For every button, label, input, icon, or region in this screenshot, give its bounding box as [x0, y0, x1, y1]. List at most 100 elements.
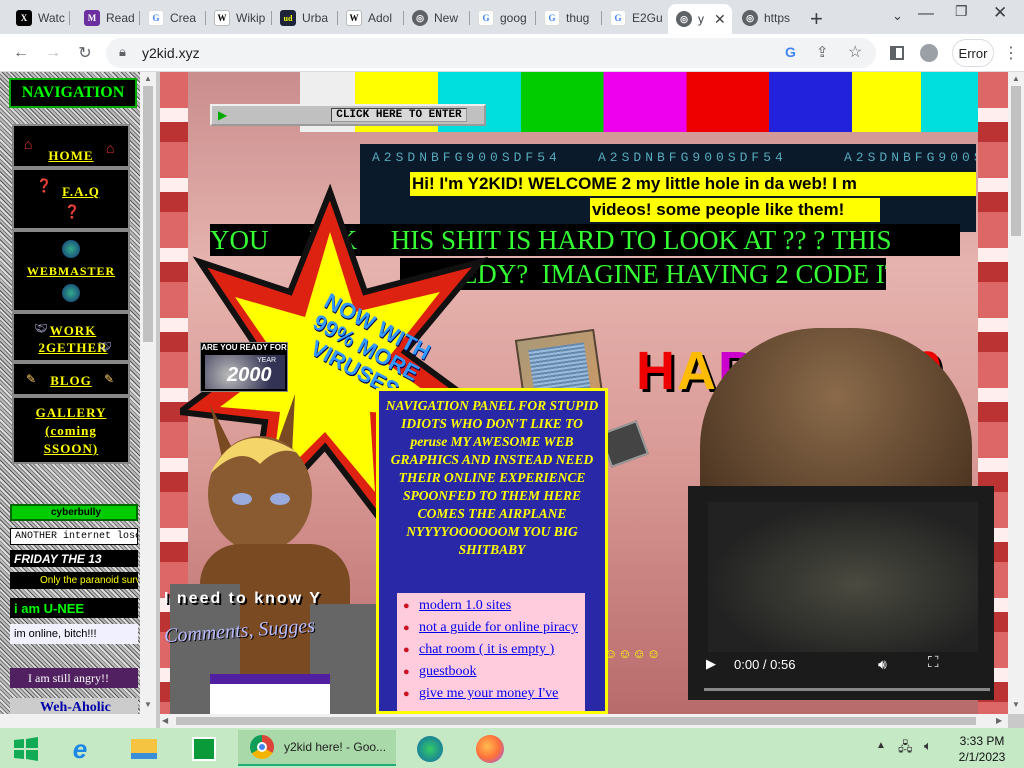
banner-another-internet-loser[interactable]: ANOTHER internet lose	[10, 528, 138, 545]
address-bar[interactable]: 🔒︎ y2kid.xyz G ⇪ ☆	[106, 38, 876, 68]
bullet-icon: ●	[403, 666, 410, 678]
welcome-text-line2: videos! some people like them!	[590, 198, 880, 222]
reload-icon[interactable]: ↻	[72, 40, 98, 66]
taskbar-chrome-button[interactable]: y2kid here! - Goo...	[238, 730, 396, 766]
nav-item-webmaster[interactable]: WEBMASTER	[12, 230, 130, 312]
url-text[interactable]: y2kid.xyz	[142, 45, 200, 61]
left-nav-frame: NAVIGATION ⌂ HOME ⌂ ❓ F.A.Q ❓ WEBMASTER …	[0, 72, 156, 714]
bullet-icon: ●	[403, 622, 410, 634]
banner-still-angry[interactable]: I am still angry!!	[10, 668, 138, 688]
restore-icon[interactable]: ❐	[955, 3, 968, 20]
character-illustration	[170, 394, 380, 714]
close-window-icon[interactable]: ✕	[993, 3, 1007, 23]
code-marquee: A2SDNBFG900SDF54	[372, 150, 561, 165]
page-viewport: NAVIGATION ⌂ HOME ⌂ ❓ F.A.Q ❓ WEBMASTER …	[0, 72, 1024, 728]
banner-i-am-u-nee[interactable]: i am U-NEE	[10, 598, 138, 618]
video-player[interactable]: ▶ 0:00 / 0:56 🔊︎ ⛶	[688, 486, 994, 700]
forward-icon[interactable]: →	[40, 40, 66, 66]
question-icon: ❓	[64, 204, 81, 219]
urban-dictionary-icon: ud	[280, 10, 296, 26]
profile-avatar-icon[interactable]	[916, 40, 942, 66]
nav-link-money[interactable]: ● give me your money I've	[403, 685, 585, 703]
minimize-icon[interactable]: —	[918, 5, 934, 23]
banner-web-aholic[interactable]: Weh-Aholic	[10, 698, 138, 714]
tab-2[interactable]: G Crea	[140, 4, 206, 32]
lock-icon: 🔒︎	[119, 44, 126, 59]
code-marquee: A2SDNBFG900SDF54	[844, 150, 976, 165]
code-marquee: A2SDNBFG900SDF54	[598, 150, 787, 165]
tab-8[interactable]: Gthug	[536, 4, 602, 32]
video-progress-bar[interactable]	[704, 688, 990, 691]
firefox-icon[interactable]	[470, 732, 510, 766]
tab-0[interactable]: X Watc	[8, 4, 70, 32]
tab-3[interactable]: W Wikip	[206, 4, 272, 32]
video-time: 0:00 / 0:56	[734, 657, 796, 672]
back-icon[interactable]: ←	[8, 40, 34, 66]
share-icon[interactable]: ⇪	[816, 43, 829, 61]
file-explorer-icon[interactable]	[124, 732, 164, 766]
browser-toolbar: ← → ↻ 🔒︎ y2kid.xyz G ⇪ ☆ Error ⋮	[0, 34, 1024, 72]
handshake-icon: 🤝︎	[98, 341, 112, 353]
main-frame-hscrollbar[interactable]: ◀ ▶	[160, 714, 1008, 728]
nav-panel-links: ● modern 1.0 sites ● not a guide for onlin…	[397, 593, 585, 711]
nav-link-guestbook[interactable]: ● guestbook	[403, 663, 585, 681]
tab-11[interactable]: ◎ https	[734, 4, 800, 32]
internet-explorer-icon[interactable]: e	[60, 732, 100, 766]
store-icon[interactable]	[184, 732, 224, 766]
need-to-know-text: I need to know Y	[164, 590, 322, 607]
house-icon: ⌂	[106, 140, 115, 156]
windows-taskbar: e y2kid here! - Goo... ▲ 🖧︎ 🔈︎ 3:33 PM 2…	[0, 728, 1024, 768]
nav-item-work-together[interactable]: 🤝︎ WORK 2GETHER 🤝︎	[12, 312, 130, 362]
main-frame-scrollbar[interactable]: ▲ ▼	[1008, 72, 1024, 714]
banner-cyberbully[interactable]: cyberbully	[10, 504, 138, 521]
tab-strip: X Watc M Read G Crea W Wikip ud Urba W Adol ◎ N…	[0, 0, 1024, 34]
enter-button[interactable]: ▶ CLICK HERE TO ENTER	[210, 104, 486, 126]
google-lens-icon[interactable]: G	[785, 44, 796, 60]
pencil-icon: ✎	[104, 372, 115, 386]
left-frame-scrollbar[interactable]: ▲ ▼	[140, 72, 156, 714]
nav-item-home[interactable]: ⌂ HOME ⌂	[12, 124, 130, 168]
bullet-icon: ●	[403, 688, 410, 700]
volume-icon[interactable]: 🔊︎	[878, 656, 887, 673]
network-icon[interactable]: 🖧︎	[898, 738, 913, 760]
menu-kebab-icon[interactable]: ⋮	[998, 40, 1024, 66]
video-frame	[708, 502, 978, 652]
bullet-icon: ●	[403, 600, 410, 612]
nav-item-blog[interactable]: ✎ BLOG ✎	[12, 362, 130, 396]
error-button[interactable]: Error	[952, 39, 994, 67]
download-manager-icon[interactable]	[410, 732, 450, 766]
clock[interactable]: 3:33 PM 2/1/2023	[950, 733, 1014, 765]
tab-10-active[interactable]: ◎ y ✕	[668, 4, 732, 34]
banner-im-online[interactable]: im online, bitch!!!	[10, 624, 138, 644]
nav-item-gallery[interactable]: GALLERY (coming SSOON)	[12, 396, 130, 464]
tab-5[interactable]: W Adol	[338, 4, 404, 32]
close-tab-icon[interactable]: ✕	[714, 11, 726, 28]
nav-item-faq[interactable]: ❓ F.A.Q ❓	[12, 168, 130, 230]
nav-link-piracy[interactable]: ● not a guide for online piracy	[403, 619, 585, 637]
x-icon: X	[16, 10, 32, 26]
main-content-frame: ▶ CLICK HERE TO ENTER A2SDNBFG900SDF54 A…	[160, 72, 1008, 714]
nav-link-chat-room[interactable]: ● chat room ( it is empty )	[403, 641, 585, 659]
banner-friday-the-13[interactable]: FRIDAY THE 13	[10, 550, 138, 567]
show-hidden-icons-icon[interactable]: ▲	[876, 740, 886, 751]
tab-4[interactable]: ud Urba	[272, 4, 338, 32]
volume-tray-icon[interactable]: 🔈︎	[924, 738, 932, 754]
fullscreen-icon[interactable]: ⛶	[928, 654, 939, 671]
chrome-icon	[250, 735, 274, 759]
new-tab-button[interactable]: +	[810, 6, 823, 32]
wikipedia-icon: W	[346, 10, 362, 26]
start-windows-icon[interactable]	[6, 732, 46, 766]
google-icon: G	[544, 10, 560, 26]
tab-6[interactable]: ◎ New	[404, 4, 470, 32]
tab-1[interactable]: M Read	[76, 4, 140, 32]
banner-paranoid-survive[interactable]: Only the paranoid surv	[10, 572, 138, 589]
tab-7[interactable]: Ggoog	[470, 4, 536, 32]
play-icon[interactable]: ▶	[706, 656, 716, 672]
side-panel-icon[interactable]	[884, 40, 910, 66]
bullet-icon: ●	[403, 644, 410, 656]
tab-search-chevron-icon[interactable]: ⌄	[892, 8, 903, 24]
bookmark-star-icon[interactable]: ☆	[848, 42, 862, 62]
nav-link-modern-sites[interactable]: ● modern 1.0 sites	[403, 597, 585, 615]
tab-9[interactable]: G E2Gu	[602, 4, 668, 32]
left-frame-hscrollbar[interactable]	[0, 714, 156, 728]
